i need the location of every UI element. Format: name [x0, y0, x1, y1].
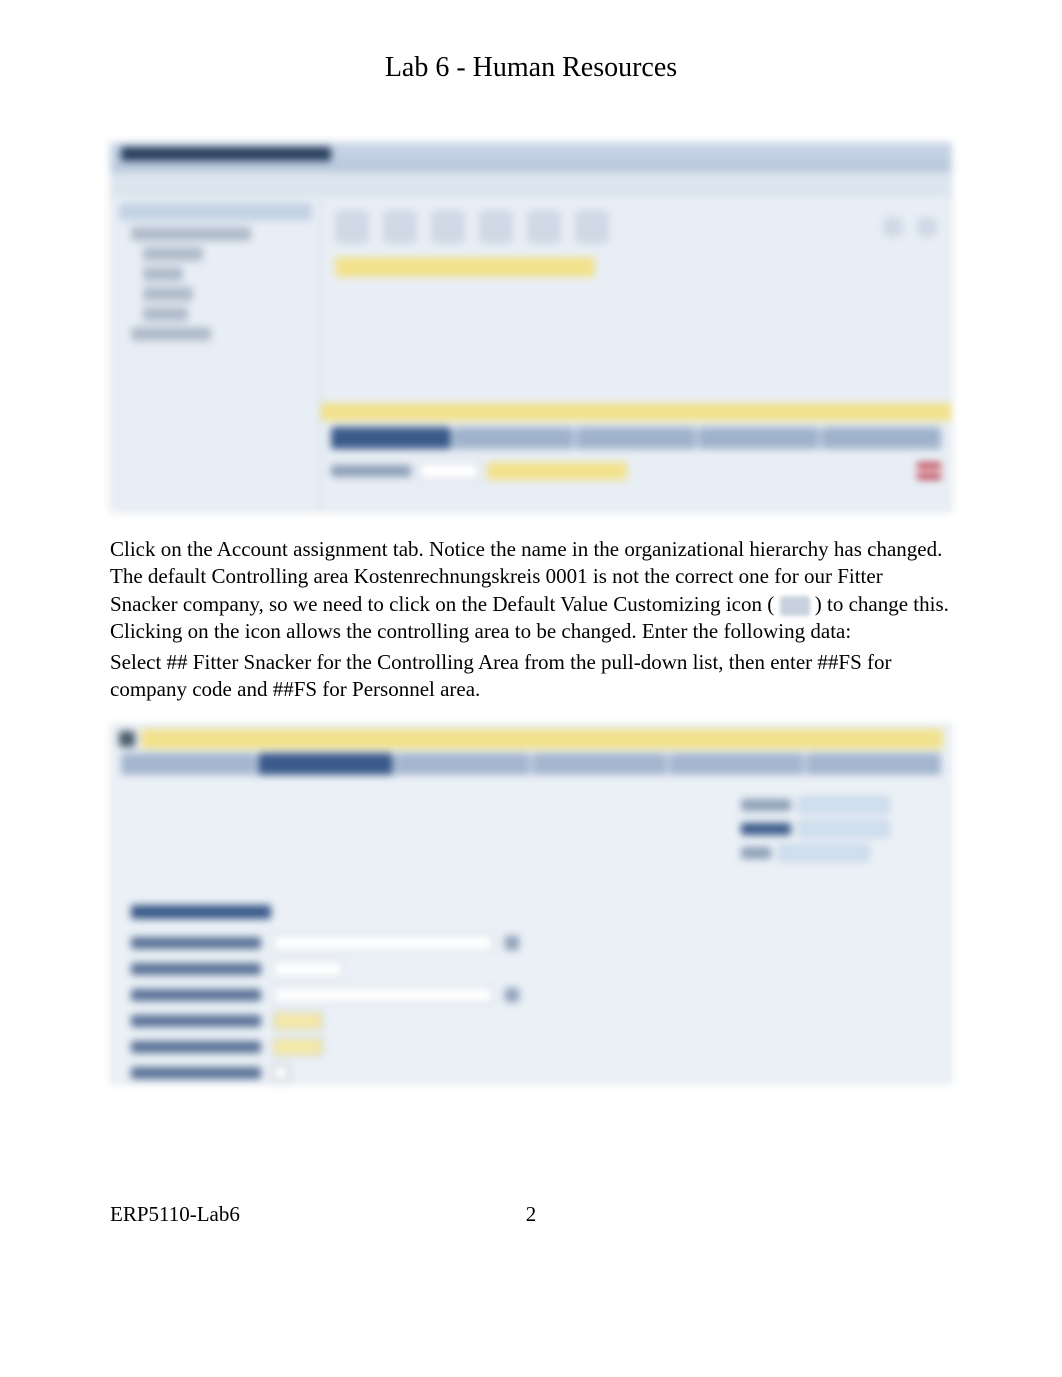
- dropdown-icon[interactable]: [505, 936, 519, 950]
- toolbar-button[interactable]: [479, 210, 513, 244]
- tree-item[interactable]: [143, 307, 188, 321]
- business-area-dropdown[interactable]: [273, 986, 493, 1004]
- controlling-area-label: [131, 937, 261, 949]
- tree-item[interactable]: [143, 267, 183, 281]
- tree-item[interactable]: [143, 287, 193, 301]
- footer-doc-id: ERP5110-Lab6: [110, 1202, 240, 1227]
- screenshot-account-assignment: [110, 724, 952, 1084]
- org-unit-code-input[interactable]: [419, 462, 479, 480]
- personnel-area-input[interactable]: [273, 1038, 323, 1056]
- toolbar-button[interactable]: [383, 210, 417, 244]
- content-area: Click on the Account assignment tab. Not…: [0, 142, 1062, 1084]
- tab-cost-distribution[interactable]: [532, 753, 667, 775]
- valid-from-row: [741, 795, 921, 815]
- tree-item[interactable]: [131, 227, 251, 241]
- validity-dates: [741, 795, 921, 867]
- window-toolbar: [111, 171, 951, 195]
- personnel-area-label: [131, 1041, 261, 1053]
- tab-address[interactable]: [698, 427, 818, 449]
- tab-cost[interactable]: [576, 427, 696, 449]
- toolbar-button[interactable]: [431, 210, 465, 244]
- valid-to-row: [741, 819, 921, 839]
- valid-to-label: [741, 823, 791, 835]
- account-assignment-form: [131, 930, 651, 1084]
- toolbar-button[interactable]: [917, 217, 937, 237]
- ribbon-toolbar: [335, 205, 937, 249]
- company-code-row: [131, 1008, 651, 1034]
- tab-basic-data[interactable]: [121, 753, 256, 775]
- toolbar-button[interactable]: [883, 217, 903, 237]
- toolbar-button[interactable]: [335, 210, 369, 244]
- instruction-paragraph-1: Click on the Account assignment tab. Not…: [110, 536, 952, 645]
- org-unit-row: [331, 459, 941, 483]
- dropdown-icon[interactable]: [505, 988, 519, 1002]
- business-area-label: [131, 989, 261, 1001]
- tree-item[interactable]: [143, 247, 203, 261]
- master-cost-center-label: [131, 963, 261, 975]
- find-by-header: [119, 203, 312, 221]
- valid-from-field[interactable]: [799, 797, 889, 813]
- pers-subarea-checkbox[interactable]: [273, 1065, 289, 1081]
- collapse-icon[interactable]: [119, 731, 135, 747]
- period-row: [741, 843, 921, 863]
- valid-to-field[interactable]: [799, 821, 889, 837]
- org-unit-name-input[interactable]: [487, 462, 627, 480]
- detail-tabs-2: [111, 753, 951, 775]
- period-label: [741, 847, 771, 859]
- tab-account-assignment[interactable]: [258, 753, 393, 775]
- detail-tabs: [321, 427, 951, 449]
- field-label: [331, 465, 411, 477]
- tab-account-assignment[interactable]: [453, 427, 573, 449]
- tab-work-schedule[interactable]: [669, 753, 804, 775]
- valid-from-label: [741, 799, 791, 811]
- instruction-paragraph-2: Select ## Fitter Snacker for the Control…: [110, 649, 952, 704]
- business-area-row: [131, 982, 651, 1008]
- window-body: [111, 195, 951, 511]
- window-titlebar: [111, 143, 951, 171]
- window-title-text: [121, 147, 331, 161]
- flag-icon: [917, 463, 941, 479]
- master-cost-center-row: [131, 956, 651, 982]
- details-panel-header: [321, 403, 951, 421]
- toolbar-button[interactable]: [527, 210, 561, 244]
- default-value-customizing-icon: [780, 596, 810, 616]
- tree-item[interactable]: [131, 327, 211, 341]
- pers-subarea-label: [131, 1067, 261, 1079]
- personnel-area-row: [131, 1034, 651, 1060]
- left-panel: [111, 195, 321, 511]
- details-title: [141, 729, 943, 749]
- period-field[interactable]: [779, 845, 869, 861]
- pers-subarea-row: [131, 1060, 651, 1084]
- company-code-label: [131, 1015, 261, 1027]
- org-unit-highlight[interactable]: [335, 257, 595, 277]
- page-title: Lab 6 - Human Resources: [0, 0, 1062, 104]
- right-panel: [321, 195, 951, 511]
- company-code-input[interactable]: [273, 1012, 323, 1030]
- footer-page-number: 2: [526, 1202, 537, 1227]
- tab-basic-data[interactable]: [331, 427, 451, 449]
- controlling-area-dropdown[interactable]: [273, 934, 493, 952]
- account-assignment-section-label: [131, 905, 271, 919]
- tab-quota-planning[interactable]: [806, 753, 941, 775]
- tab-work-schedule[interactable]: [821, 427, 941, 449]
- toolbar-button[interactable]: [575, 210, 609, 244]
- tab-address[interactable]: [395, 753, 530, 775]
- master-cost-center-input[interactable]: [273, 960, 343, 978]
- controlling-area-row: [131, 930, 651, 956]
- screenshot-org-staffing: [110, 142, 952, 512]
